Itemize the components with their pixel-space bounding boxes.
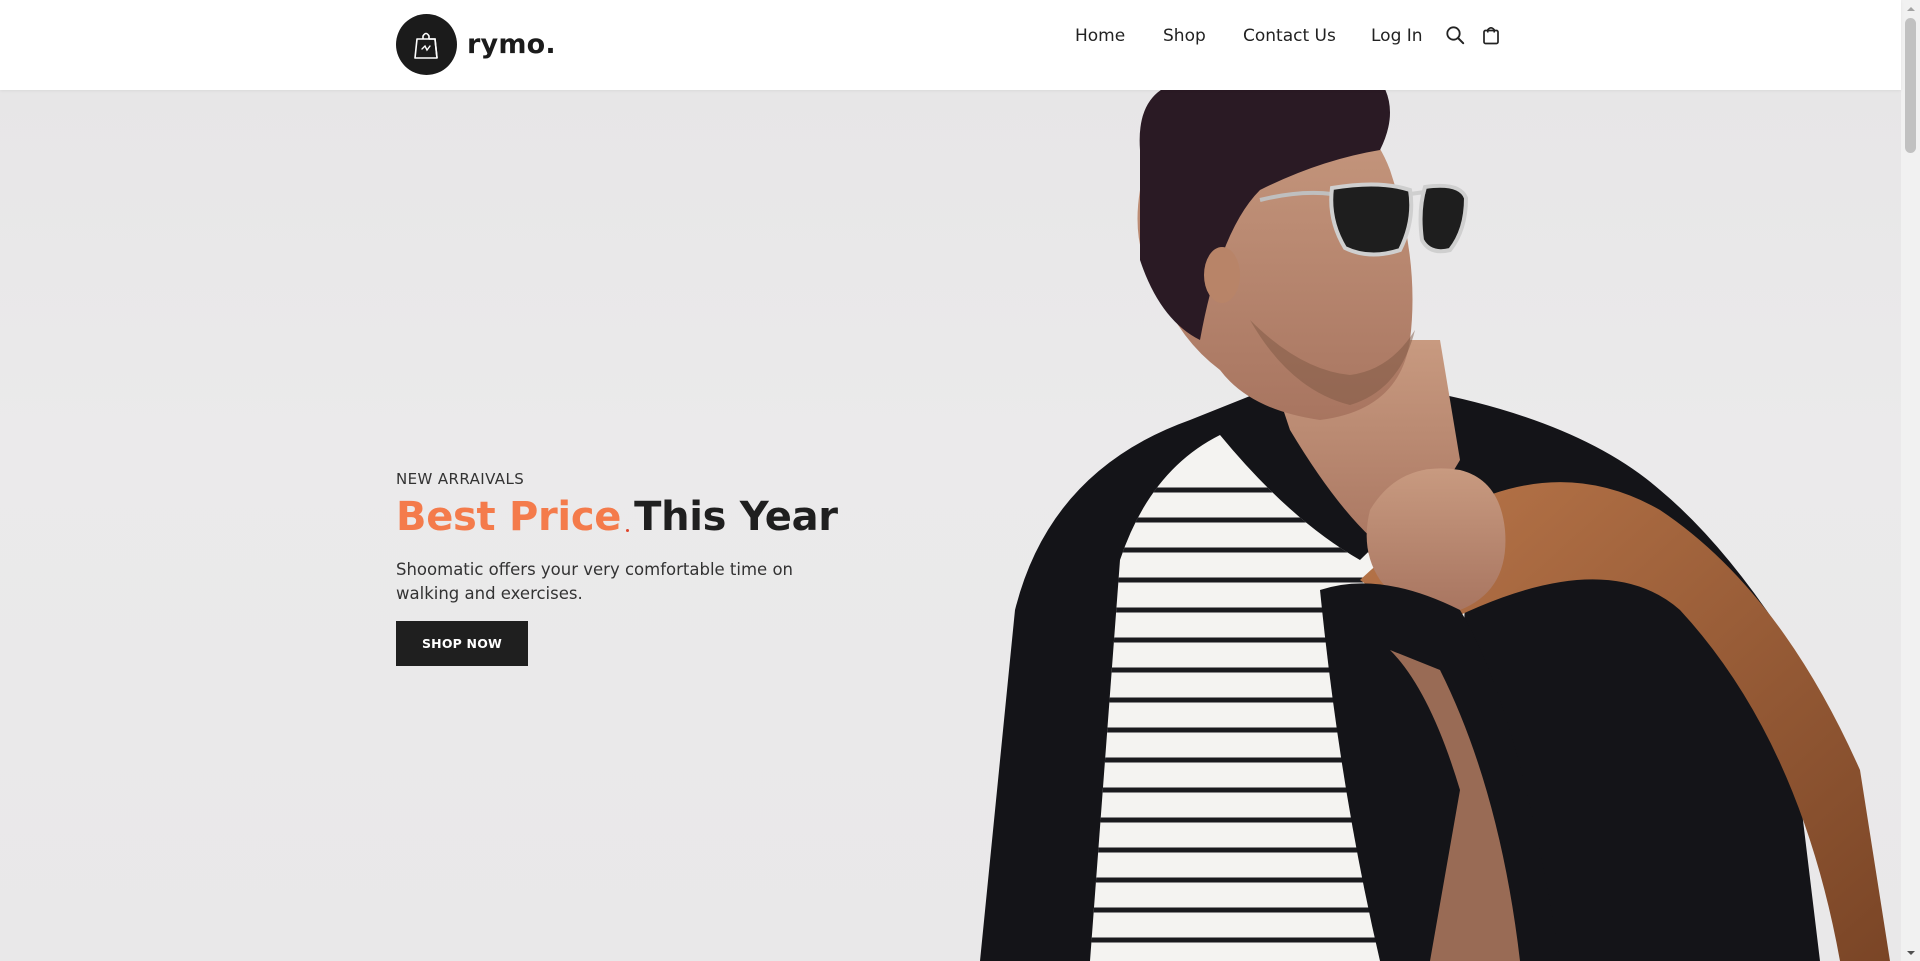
scroll-up-arrow-icon[interactable] bbox=[1901, 0, 1920, 17]
nav-home[interactable]: Home bbox=[1075, 24, 1125, 48]
nav-login[interactable]: Log In bbox=[1371, 24, 1423, 48]
hero-description: Shoomatic offers your very comfortable t… bbox=[396, 560, 794, 603]
scrollbar-thumb[interactable] bbox=[1905, 18, 1916, 153]
headline-accent: Best Price bbox=[396, 494, 622, 540]
shopping-bag-logo-icon bbox=[396, 14, 457, 75]
hero-headline: Best Price This Year bbox=[396, 494, 838, 540]
nav-contact[interactable]: Contact Us bbox=[1243, 24, 1336, 48]
hero-banner: NEW ARRAIVALS Best Price This Year Shooma… bbox=[0, 90, 1901, 961]
nav-link-log-in[interactable]: Log In bbox=[1371, 26, 1423, 46]
brand-name: rymo. bbox=[467, 29, 556, 60]
nav-shop[interactable]: Shop bbox=[1163, 24, 1206, 48]
hero-model-image bbox=[980, 90, 1890, 961]
nav-link-contact-us[interactable]: Contact Us bbox=[1243, 26, 1336, 46]
search-icon[interactable] bbox=[1444, 24, 1466, 46]
nav-link-home[interactable]: Home bbox=[1075, 26, 1125, 46]
brand-logo[interactable]: rymo. bbox=[396, 14, 556, 75]
headline-dot bbox=[626, 529, 630, 532]
hero-eyebrow: NEW ARRAIVALS bbox=[396, 470, 525, 488]
headline-rest: This Year bbox=[634, 494, 838, 540]
nav-link-shop[interactable]: Shop bbox=[1163, 26, 1206, 46]
shop-now-button[interactable]: SHOP NOW bbox=[396, 621, 528, 666]
shopping-bag-icon[interactable] bbox=[1480, 24, 1502, 46]
scroll-down-arrow-icon[interactable] bbox=[1901, 944, 1920, 961]
page-scrollbar[interactable] bbox=[1901, 0, 1920, 961]
site-header: rymo. Home Shop Contact Us Log In bbox=[0, 0, 1901, 90]
